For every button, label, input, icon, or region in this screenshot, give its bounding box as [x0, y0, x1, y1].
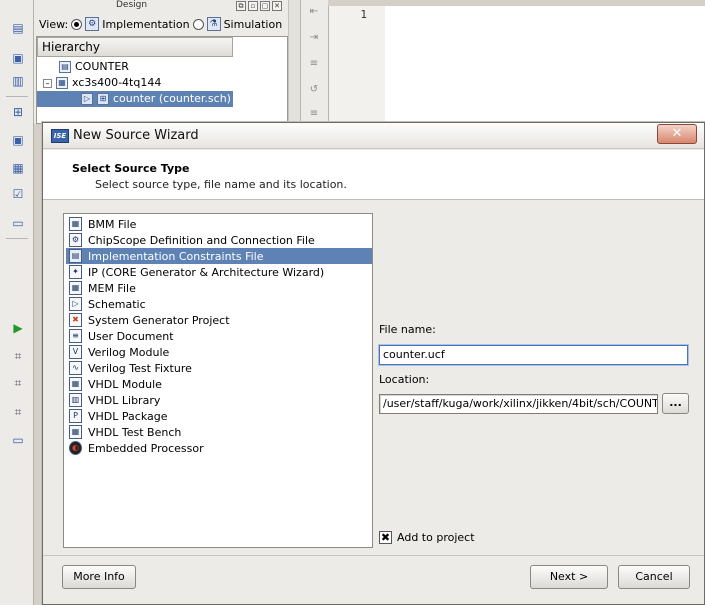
remove-icon[interactable]: ▣	[10, 132, 26, 148]
tree-item-device[interactable]: – ▦ xc3s400-4tq144	[43, 75, 161, 91]
dialog-title: New Source Wizard	[73, 128, 199, 143]
system-generator-icon: ✖	[69, 313, 82, 327]
list-item-vhdl-package[interactable]: P VHDL Package	[66, 408, 372, 424]
button-separator	[43, 555, 704, 556]
dialog-close-button[interactable]: ✕	[657, 124, 697, 144]
constraints-file-icon: ▤	[69, 249, 82, 263]
line-number: 1	[329, 6, 385, 124]
view-selector: View: ⚙ Implementation ⚗ Simulation	[39, 16, 291, 32]
test-fixture-icon: ∿	[69, 361, 82, 375]
new-file-icon[interactable]: ▤	[10, 20, 26, 36]
close-icon[interactable]: ✕	[272, 1, 282, 11]
verilog-module-icon: V	[69, 345, 82, 359]
list-item-verilog-module[interactable]: V Verilog Module	[66, 344, 372, 360]
list-item-verilog-test-fixture[interactable]: ∿ Verilog Test Fixture	[66, 360, 372, 376]
hierarchy-tree: Hierarchy ▤ COUNTER – ▦ xc3s400-4tq144 ▷…	[36, 36, 288, 124]
list-item-vhdl-test-bench[interactable]: ▦ VHDL Test Bench	[66, 424, 372, 440]
process2-icon[interactable]: ⌗	[10, 375, 26, 391]
outdent-icon[interactable]: ⇥	[307, 32, 321, 44]
dialog-titlebar[interactable]: ISE New Source Wizard ✕	[43, 123, 704, 149]
list-item-system-generator[interactable]: ✖ System Generator Project	[66, 312, 372, 328]
hierarchy-icon[interactable]: ⊞	[10, 104, 26, 120]
indent-icon[interactable]: ⇤	[307, 6, 321, 18]
add-copy-icon[interactable]: ▥	[10, 73, 26, 89]
ip-core-icon: ✦	[69, 265, 82, 279]
file-name-input[interactable]: counter.ucf	[379, 345, 688, 365]
editor-toolbar: ⇤ ⇥ ≡ ↺ ≡	[300, 0, 328, 124]
list-item-vhdl-module[interactable]: ▦ VHDL Module	[66, 376, 372, 392]
design-panel: Design ⧉ ▫ ▢ ✕ View: ⚙ Implementation ⚗ …	[34, 0, 290, 124]
panel-icon[interactable]: ▭	[10, 432, 26, 448]
list-item-user-document[interactable]: ≡ User Document	[66, 328, 372, 344]
location-label: Location:	[379, 373, 430, 386]
process3-icon[interactable]: ⌗	[10, 404, 26, 420]
browse-button[interactable]: ...	[662, 393, 689, 414]
detach-icon[interactable]: ▢	[260, 1, 270, 11]
hierarchy-header[interactable]: Hierarchy	[37, 37, 233, 57]
next-button[interactable]: Next >	[530, 565, 608, 589]
panel-scrollbar[interactable]	[288, 0, 300, 124]
new-source-wizard-dialog: ISE New Source Wizard ✕ Select Source Ty…	[42, 122, 705, 605]
add-to-project-row[interactable]: ✖ Add to project	[379, 531, 475, 544]
vhdl-package-icon: P	[69, 409, 82, 423]
list-item-chipscope[interactable]: ⚙ ChipScope Definition and Connection Fi…	[66, 232, 372, 248]
simulation-icon: ⚗	[206, 17, 221, 31]
cancel-button[interactable]: Cancel	[618, 565, 690, 589]
collapse-icon[interactable]: –	[43, 78, 52, 88]
add-source-icon[interactable]: ▣	[10, 50, 26, 66]
project-icon: ▤	[59, 61, 71, 73]
process-icon[interactable]: ⌗	[10, 348, 26, 364]
run-icon[interactable]: ▶	[10, 320, 26, 336]
schematic-icon: ▷	[81, 93, 93, 105]
wizard-step-title: Select Source Type	[72, 162, 190, 175]
add-to-project-label[interactable]: Add to project	[397, 531, 475, 544]
view-label: View:	[39, 17, 69, 31]
list-item-bmm-file[interactable]: ▦ BMM File	[66, 216, 372, 232]
check-icon[interactable]: ☑	[10, 186, 26, 202]
chipscope-icon: ⚙	[69, 233, 82, 247]
implementation-radio[interactable]	[71, 18, 83, 30]
vhdl-library-icon: ▥	[69, 393, 82, 407]
wizard-step-subtitle: Select source type, file name and its lo…	[95, 178, 347, 191]
location-input[interactable]: /user/staff/kuga/work/xilinx/jikken/4bit…	[379, 394, 658, 414]
source-type-list[interactable]: ▦ BMM File ⚙ ChipScope Definition and Co…	[63, 213, 373, 548]
hierarchy-node-icon: ⊞	[97, 93, 109, 105]
float-icon[interactable]: ▫	[248, 1, 258, 11]
left-toolbar: ▤ ▣ ▥ ⊞ ▣ ▦ ☑ ▭ ▶ ⌗ ⌗ ⌗ ▭	[0, 0, 34, 605]
tree-item-counter[interactable]: ▷ ⊞ counter (counter.sch)	[37, 91, 233, 107]
design-panel-title: Design	[116, 0, 148, 10]
properties-icon[interactable]: ▦	[10, 160, 26, 176]
list-item-implementation-constraints[interactable]: ▤ Implementation Constraints File	[66, 248, 372, 264]
vhdl-module-icon: ▦	[69, 377, 82, 391]
text-editor[interactable]: 1	[328, 6, 705, 124]
simulation-label[interactable]: Simulation	[224, 18, 283, 31]
wizard-header: Select Source Type Select source type, f…	[43, 150, 704, 200]
schematic-file-icon: ▷	[69, 297, 82, 311]
comment-icon[interactable]: ≡	[307, 58, 321, 70]
list-item-vhdl-library[interactable]: ▥ VHDL Library	[66, 392, 372, 408]
embedded-processor-icon: ◐	[69, 441, 82, 455]
undo-icon[interactable]: ↺	[307, 84, 321, 96]
add-to-project-checkbox[interactable]: ✖	[379, 531, 392, 544]
ise-app-icon: ISE	[51, 129, 69, 143]
implementation-label[interactable]: Implementation	[102, 18, 189, 31]
simulation-radio[interactable]	[192, 18, 204, 30]
bmm-file-icon: ▦	[69, 217, 82, 231]
document-icon: ≡	[69, 329, 82, 343]
tree-item-project[interactable]: ▤ COUNTER	[59, 59, 129, 75]
implementation-icon: ⚙	[85, 17, 100, 31]
panel-window-controls: ⧉ ▫ ▢ ✕	[236, 1, 282, 11]
test-bench-icon: ▦	[69, 425, 82, 439]
layout-icon[interactable]: ▭	[10, 215, 26, 231]
list-item-ip-core[interactable]: ✦ IP (CORE Generator & Architecture Wiza…	[66, 264, 372, 280]
chip-icon: ▦	[56, 77, 68, 89]
list-item-schematic[interactable]: ▷ Schematic	[66, 296, 372, 312]
mem-file-icon: ▦	[69, 281, 82, 295]
list-item-embedded-processor[interactable]: ◐ Embedded Processor	[66, 440, 372, 456]
format-icon[interactable]: ≡	[307, 108, 321, 120]
file-name-label: File name:	[379, 323, 436, 336]
restore-icon[interactable]: ⧉	[236, 1, 246, 11]
more-info-button[interactable]: More Info	[62, 565, 136, 589]
list-item-mem-file[interactable]: ▦ MEM File	[66, 280, 372, 296]
